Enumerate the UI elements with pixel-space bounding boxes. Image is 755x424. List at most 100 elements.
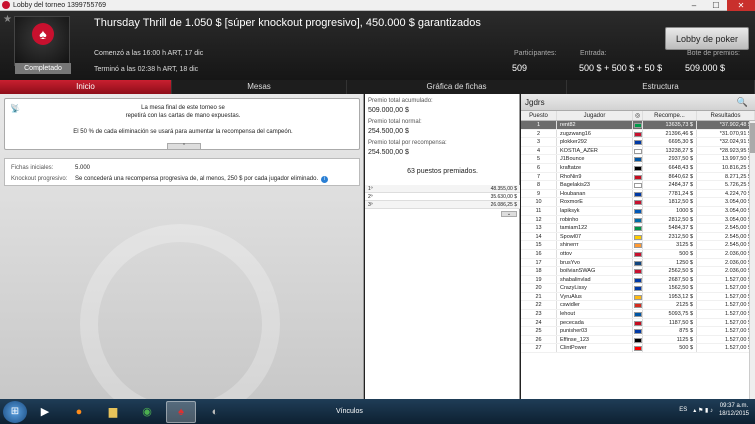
table-row[interactable]: 18 boilvianSWAG 2562,50 $2.036,00 $ [521, 267, 755, 276]
player-bounty: 21396,46 $ [643, 129, 697, 138]
search-icon[interactable]: 🔍 [737, 97, 748, 108]
country-flag-icon [633, 163, 643, 172]
poker-lobby-button[interactable]: Lobby de poker [665, 27, 749, 50]
tab-bar: Inicio Mesas Gráfica de fichas Estructur… [0, 80, 755, 94]
col-position[interactable]: Puesto [521, 111, 557, 120]
players-list[interactable]: 1 rent82 13635,73 $ *37.902,48 $2 zugzwang16… [521, 121, 755, 398]
table-row[interactable]: 11 lapiksyk 1000 $3.054,00 $ [521, 206, 755, 216]
table-row[interactable]: 25 punisher03 875 $1.527,00 $ [521, 327, 755, 336]
table-row[interactable]: 17 brusYvo 1250 $2.036,00 $ [521, 258, 755, 268]
player-position: 17 [521, 258, 557, 267]
players-scrollbar[interactable] [749, 121, 755, 399]
favorite-star-icon[interactable]: ★ [3, 14, 12, 25]
player-result: 1.527,00 $ [697, 310, 755, 318]
player-bounty: 8640,62 $ [643, 172, 697, 181]
expand-payouts-button[interactable]: ⌄ [501, 211, 517, 217]
tab-estructura[interactable]: Estructura [567, 80, 755, 94]
player-bounty: 6695,30 $ [643, 138, 697, 146]
country-flag-icon [633, 335, 643, 344]
table-row[interactable]: 15 shinerrr 3125 $2.545,00 $ [521, 241, 755, 250]
table-row[interactable]: 2 zugzwang16 21396,46 $ *31.070,91 $ [521, 129, 755, 139]
tab-mesas[interactable]: Mesas [172, 80, 347, 94]
table-row[interactable]: 24 pececada 1187,50 $1.527,00 $ [521, 318, 755, 328]
file-explorer-icon[interactable]: ▆ [98, 401, 128, 423]
language-indicator[interactable]: ES [679, 407, 687, 413]
player-bounty: 500 $ [643, 344, 697, 353]
player-name: kraftatze [557, 163, 633, 172]
tray-icons[interactable]: ▴ ⚑ ▮ ♪ [693, 407, 713, 414]
window-title: Lobby del torneo 1399755769 [13, 1, 107, 9]
table-row[interactable]: 3 plokker292 6695,30 $ *32.024,91 $ [521, 138, 755, 147]
firefox-icon[interactable]: ● [64, 401, 94, 423]
media-player-icon[interactable]: ▶ [30, 401, 60, 423]
table-row[interactable]: 10 RoxmorE 1812,50 $3.054,00 $ [521, 198, 755, 207]
table-row[interactable]: 16 ottov 500 $2.036,00 $ [521, 249, 755, 259]
player-name: Spowl07 [557, 232, 633, 241]
player-result: 2.036,00 $ [697, 267, 755, 275]
player-name: Houbanan [557, 189, 633, 198]
start-button[interactable]: ⊞ [3, 400, 27, 423]
payout-place: 2º [368, 194, 373, 200]
table-row[interactable]: 21 VyruAlus 1953,12 $1.527,00 $ [521, 292, 755, 302]
player-result: 10.816,25 $ [697, 163, 755, 172]
maximize-button[interactable]: ☐ [705, 0, 727, 11]
pokerstars-taskbar-icon[interactable]: ♠ [166, 400, 196, 423]
table-row[interactable]: 6 kraftatze 6648,43 $10.816,25 $ [521, 163, 755, 173]
player-position: 11 [521, 206, 557, 215]
starting-chips-value: 5.000 [75, 165, 91, 171]
country-flag-icon [633, 172, 643, 181]
player-bounty: 875 $ [643, 327, 697, 335]
player-position: 10 [521, 198, 557, 206]
table-row[interactable]: 26 Effinse_123 1125 $1.527,00 $ [521, 335, 755, 345]
player-bounty: 1812,50 $ [643, 198, 697, 206]
expand-notice-button[interactable]: ⌃ [167, 143, 201, 150]
col-bounty[interactable]: Recompe... [643, 111, 697, 120]
windows-taskbar: ⊞ ▶ ● ▆ ◉ ♠ ◐ Vínculos ES ▴ ⚑ ▮ ♪ 09:37 … [0, 399, 755, 424]
tab-inicio[interactable]: Inicio [0, 80, 172, 94]
info-icon[interactable]: i [321, 176, 329, 183]
country-flag-icon [633, 275, 643, 284]
status-badge: Completado [15, 63, 71, 74]
table-row[interactable]: 12 robinho 2812,50 $3.054,00 $ [521, 215, 755, 225]
background-watermark [80, 224, 280, 399]
player-position: 7 [521, 172, 557, 181]
close-button[interactable]: ✕ [727, 0, 755, 11]
links-toolbar[interactable]: Vínculos [336, 408, 363, 415]
table-row[interactable]: 13 tamiam122 5484,37 $2.545,00 $ [521, 224, 755, 233]
end-time: Terminó a las 02:38 h ART, 18 dic [94, 66, 199, 73]
player-position: 22 [521, 301, 557, 310]
table-row[interactable]: 19 shabalinvlad 2687,50 $1.527,00 $ [521, 275, 755, 285]
player-result: 8.271,25 $ [697, 172, 755, 181]
table-row[interactable]: 9 Houbanan 7781,24 $4.224,70 $ [521, 189, 755, 199]
app-taskbar-icon[interactable]: ◐ [200, 401, 230, 423]
chrome-icon[interactable]: ◉ [132, 401, 162, 423]
table-row[interactable]: 4 KOSTIA_AZER 13238,27 $ *28.923,95 $ [521, 146, 755, 156]
table-row[interactable]: 22 cswidler 2125 $1.527,00 $ [521, 301, 755, 311]
col-results[interactable]: Resultados [697, 111, 755, 120]
table-row[interactable]: 14 Spowl07 2312,50 $2.545,00 $ [521, 232, 755, 242]
tournament-title: Thursday Thrill de 1.050 $ [súper knocko… [94, 17, 481, 29]
player-name: brusYvo [557, 258, 633, 267]
table-row[interactable]: 1 rent82 13635,73 $ *37.902,48 $ [521, 121, 755, 130]
tab-grafica-fichas[interactable]: Gráfica de fichas [347, 80, 567, 94]
player-name: Bagelakis23 [557, 181, 633, 189]
country-flag-icon [633, 138, 643, 146]
knockout-label: Knockout progresivo: [11, 176, 68, 182]
player-position: 23 [521, 310, 557, 318]
participants-value: 509 [512, 63, 528, 73]
player-name: cswidler [557, 301, 633, 310]
table-row[interactable]: 8 Bagelakis23 2484,37 $5.726,25 $ [521, 181, 755, 190]
table-row[interactable]: 27 ClintPower 500 $1.527,00 $ [521, 344, 755, 354]
player-position: 27 [521, 344, 557, 353]
minimize-button[interactable]: – [683, 0, 705, 11]
country-icon[interactable]: ◎ [633, 111, 643, 120]
clock[interactable]: 09:37 a.m. 18/12/2015 [719, 402, 749, 418]
table-row[interactable]: 5 J1Bounce 2937,50 $13.997,50 $ [521, 155, 755, 164]
table-row[interactable]: 7 RhoNin9 8640,62 $8.271,25 $ [521, 172, 755, 182]
player-position: 20 [521, 284, 557, 292]
scrollbar-thumb[interactable] [750, 123, 755, 153]
col-player[interactable]: Jugador [557, 111, 633, 120]
player-name: zugzwang16 [557, 129, 633, 138]
table-row[interactable]: 20 CrazyLissy 1562,50 $1.527,00 $ [521, 284, 755, 293]
table-row[interactable]: 23 lehout 5093,75 $1.527,00 $ [521, 310, 755, 319]
